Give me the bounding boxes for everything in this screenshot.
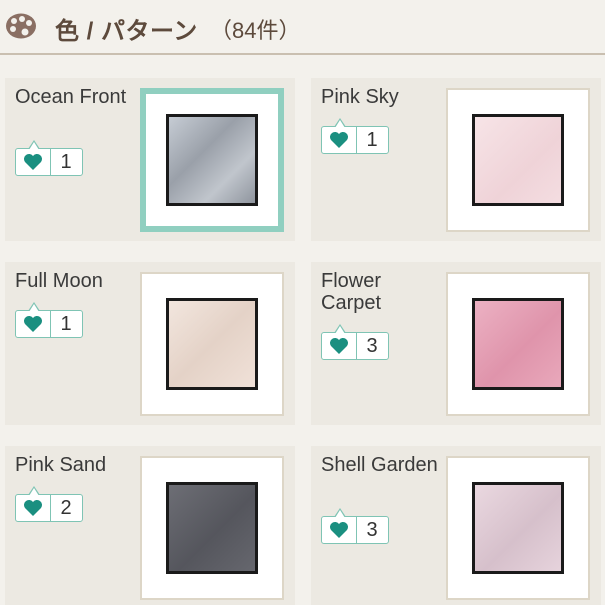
like-count: 1	[60, 313, 72, 335]
like-tip	[28, 486, 40, 496]
heart-icon	[16, 311, 51, 337]
result-count: （84件）	[210, 18, 301, 43]
palette-icon	[6, 13, 36, 39]
like-button[interactable]: 1	[15, 302, 83, 338]
color-card-pink-sand[interactable]: Pink Sand 2	[5, 446, 295, 605]
color-name: Pink Sky	[321, 86, 399, 108]
heart-icon	[16, 495, 51, 521]
page-title: 色 / パターン	[55, 18, 198, 45]
swatch-frame[interactable]	[140, 456, 284, 600]
color-swatch	[472, 482, 564, 574]
like-button[interactable]: 1	[15, 140, 83, 176]
color-grid: Ocean Front 1 Pink Sky 1 Full Moon 1 Flo…	[0, 55, 605, 605]
color-swatch	[166, 482, 258, 574]
like-count: 2	[60, 497, 72, 519]
color-swatch	[166, 114, 258, 206]
swatch-frame[interactable]	[140, 272, 284, 416]
color-swatch	[472, 114, 564, 206]
heart-icon	[322, 127, 357, 153]
color-name: Flower Carpet	[321, 270, 382, 314]
color-card-shell-garden[interactable]: Shell Garden 3	[311, 446, 601, 605]
color-name: Pink Sand	[15, 454, 107, 476]
swatch-frame[interactable]	[446, 456, 590, 600]
swatch-frame[interactable]	[140, 88, 284, 232]
like-count: 1	[60, 151, 72, 173]
like-count: 1	[366, 129, 378, 151]
like-button[interactable]: 3	[321, 324, 389, 360]
swatch-frame[interactable]	[446, 88, 590, 232]
color-card-full-moon[interactable]: Full Moon 1	[5, 262, 295, 425]
section-header: 色 / パターン （84件）	[0, 0, 605, 55]
color-swatch	[472, 298, 564, 390]
like-button[interactable]: 1	[321, 118, 389, 154]
like-count: 3	[366, 519, 378, 541]
swatch-frame[interactable]	[446, 272, 590, 416]
color-card-flower-carpet[interactable]: Flower Carpet 3	[311, 262, 601, 425]
like-count: 3	[366, 335, 378, 357]
heart-icon	[322, 333, 357, 359]
like-button[interactable]: 2	[15, 486, 83, 522]
color-name: Full Moon	[15, 270, 103, 292]
color-name: Shell Garden	[321, 454, 438, 476]
color-card-pink-sky[interactable]: Pink Sky 1	[311, 78, 601, 241]
color-swatch	[166, 298, 258, 390]
like-tip	[334, 508, 346, 518]
like-button[interactable]: 3	[321, 508, 389, 544]
like-tip	[334, 118, 346, 128]
color-card-ocean-front[interactable]: Ocean Front 1	[5, 78, 295, 241]
heart-icon	[16, 149, 51, 175]
like-tip	[28, 302, 40, 312]
color-name: Ocean Front	[15, 86, 127, 108]
like-tip	[334, 324, 346, 334]
heart-icon	[322, 517, 357, 543]
like-tip	[28, 140, 40, 150]
